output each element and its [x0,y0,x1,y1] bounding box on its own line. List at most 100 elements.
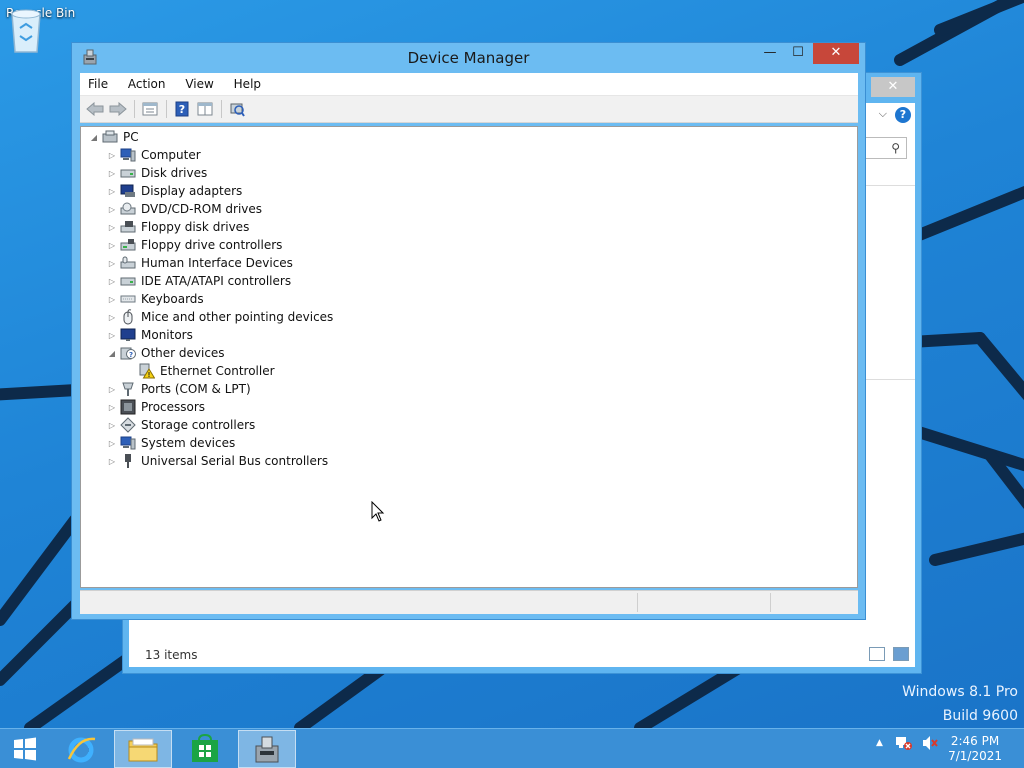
maximize-button[interactable]: ☐ [785,43,811,64]
device-manager-icon [255,736,279,763]
device-tree[interactable]: ◢ PC ▷ Computer ▷ Disk drives ▷ Display … [80,126,858,588]
tree-item-ethernet-controller[interactable]: Ethernet Controller [124,362,275,380]
dvd-drive-icon [119,201,137,217]
show-hide-tree-button[interactable] [194,99,216,119]
expand-arrow-icon[interactable]: ▷ [105,457,119,466]
expand-arrow-icon[interactable]: ▷ [105,277,119,286]
menu-view[interactable]: View [177,73,221,96]
tree-label: DVD/CD-ROM drives [141,202,263,216]
start-button[interactable] [0,730,50,768]
tree-label: Floppy drive controllers [141,238,283,252]
tree-item-other-devices[interactable]: ◢ ? Other devices [105,344,225,362]
menu-action[interactable]: Action [120,73,174,96]
internet-explorer-icon [67,737,96,763]
tree-label: Ports (COM & LPT) [141,382,251,396]
scan-hardware-icon [230,103,245,117]
search-input[interactable]: ⚲ [865,137,907,159]
device-manager-taskbar-button[interactable] [238,730,296,768]
expand-arrow-icon[interactable]: ▷ [105,403,119,412]
tree-item-keyboards[interactable]: ▷ Keyboards [105,290,204,308]
large-icons-view-icon[interactable] [893,647,909,661]
other-devices-icon: ? [119,345,137,361]
menu-help[interactable]: Help [226,73,269,96]
expand-arrow-icon[interactable]: ▷ [105,421,119,430]
system-devices-icon [119,435,137,451]
store-button[interactable] [176,730,234,768]
ide-controller-icon [119,273,137,289]
tree-root-pc[interactable]: ◢ PC [87,128,139,146]
back-button[interactable] [84,99,106,119]
expand-arrow-icon[interactable]: ▷ [105,439,119,448]
internet-explorer-button[interactable] [52,730,110,768]
scan-hardware-button[interactable] [226,99,248,119]
expand-arrow-icon[interactable]: ▷ [105,331,119,340]
expand-arrow-icon[interactable]: ▷ [105,259,119,268]
usb-icon [119,453,137,469]
tree-item-processors[interactable]: ▷ Processors [105,398,205,416]
ports-icon [119,381,137,397]
tree-item-dvd-cdrom[interactable]: ▷ DVD/CD-ROM drives [105,200,262,218]
storage-controller-icon [119,417,137,433]
computer-icon [119,147,137,163]
tree-label: Human Interface Devices [141,256,293,270]
expand-arrow-icon[interactable]: ▷ [105,241,119,250]
help-icon: ? [175,101,189,117]
device-manager-window[interactable]: Device Manager — ☐ ✕ File Action View He… [71,42,866,620]
item-count: 13 items [145,648,198,662]
expand-arrow-icon[interactable]: ▷ [105,169,119,178]
tree-item-system-devices[interactable]: ▷ System devices [105,434,235,452]
file-explorer-button[interactable] [114,730,172,768]
floppy-controller-icon [119,237,137,253]
menu-file[interactable]: File [80,73,116,96]
tree-item-monitors[interactable]: ▷ Monitors [105,326,193,344]
tree-item-floppy-disk-drives[interactable]: ▷ Floppy disk drives [105,218,249,236]
collapse-arrow-icon[interactable]: ◢ [87,133,101,142]
tree-item-hid[interactable]: ▷ Human Interface Devices [105,254,293,272]
recycle-bin-icon [11,9,41,53]
details-view-icon[interactable] [869,647,885,661]
warning-device-icon [138,363,156,379]
tree-item-disk-drives[interactable]: ▷ Disk drives [105,164,207,182]
title-bar[interactable]: Device Manager — ☐ ✕ [72,43,865,73]
tree-item-mice[interactable]: ▷ Mice and other pointing devices [105,308,333,326]
tree-label: Processors [141,400,206,414]
display-adapter-icon [119,183,137,199]
keyboard-icon [119,291,137,307]
expand-arrow-icon[interactable]: ▷ [105,223,119,232]
status-separator [770,593,771,612]
properties-button[interactable] [139,99,161,119]
expand-arrow-icon[interactable]: ▷ [105,151,119,160]
disk-drive-icon [119,165,137,181]
expand-arrow-icon[interactable]: ▷ [105,187,119,196]
collapse-arrow-icon[interactable]: ◢ [105,349,119,358]
expand-arrow-icon[interactable]: ▷ [105,385,119,394]
tree-item-floppy-controllers[interactable]: ▷ Floppy drive controllers [105,236,283,254]
clock-time: 2:46 PM [950,734,1000,748]
chevron-down-icon[interactable]: ⌵ [879,107,887,121]
tree-item-storage-controllers[interactable]: ▷ Storage controllers [105,416,255,434]
expand-arrow-icon[interactable]: ▷ [105,313,119,322]
expand-arrow-icon[interactable]: ▷ [105,295,119,304]
minimize-button[interactable]: — [757,43,783,64]
tree-item-computer[interactable]: ▷ Computer [105,146,201,164]
show-hidden-icons-icon[interactable]: ▲ [876,738,883,748]
file-explorer-icon [128,738,158,762]
tree-item-usb-controllers[interactable]: ▷ Universal Serial Bus controllers [105,452,328,470]
help-button[interactable]: ? [171,99,193,119]
help-icon[interactable]: ? [895,107,911,123]
clock[interactable]: 2:46 PM 7/1/2021 [948,734,1002,764]
recycle-bin[interactable]: Recycle Bin [6,6,75,53]
tree-label: IDE ATA/ATAPI controllers [141,274,292,288]
tree-item-ide-controllers[interactable]: ▷ IDE ATA/ATAPI controllers [105,272,291,290]
tree-item-ports[interactable]: ▷ Ports (COM & LPT) [105,380,251,398]
close-button[interactable]: ✕ [813,43,859,64]
properties-pane-icon [142,102,158,116]
pane-divider [863,185,915,186]
background-close-button[interactable]: ✕ [871,77,915,97]
background-statusbar: 13 items [129,641,915,667]
expand-arrow-icon[interactable]: ▷ [105,205,119,214]
forward-button[interactable] [107,99,129,119]
tree-item-display-adapters[interactable]: ▷ Display adapters [105,182,242,200]
network-icon[interactable] [895,735,913,751]
volume-muted-icon[interactable] [921,735,939,751]
